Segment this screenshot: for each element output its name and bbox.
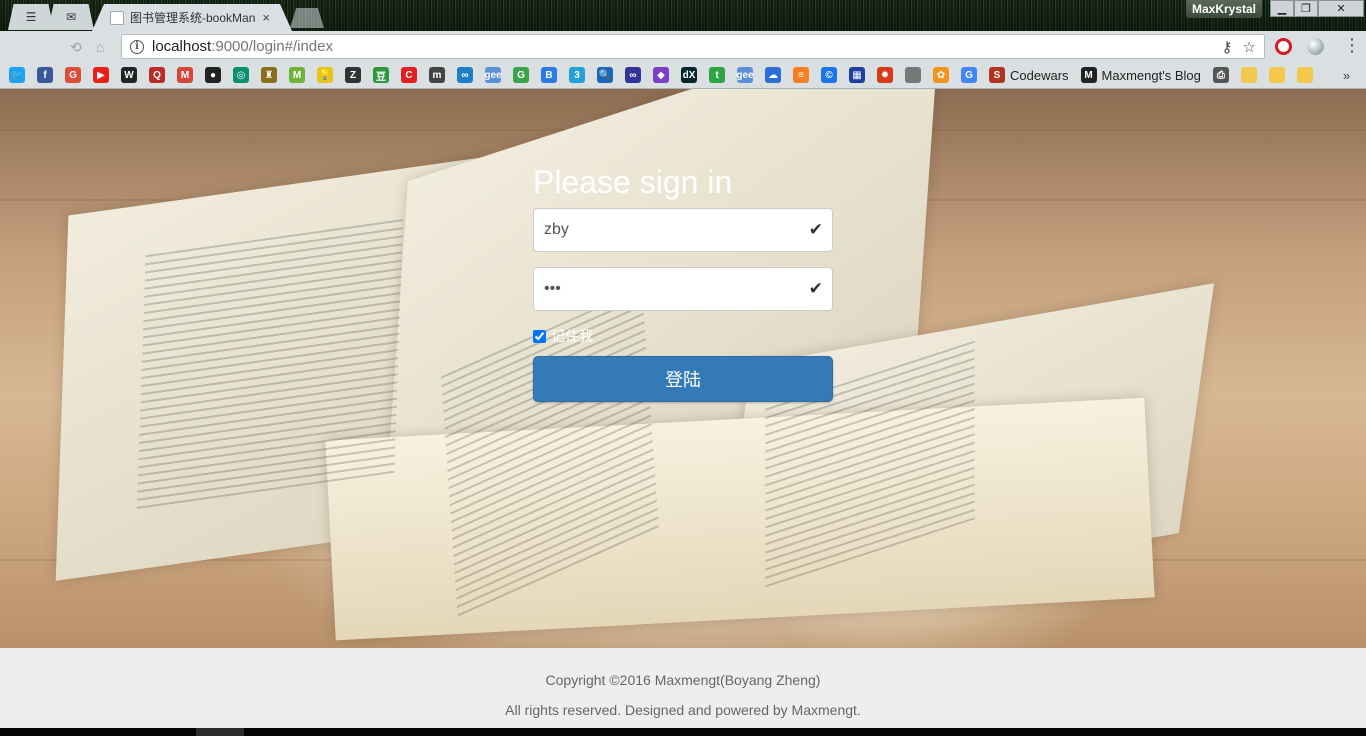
magnifier-icon[interactable]: 🔍 [597,67,613,83]
bookmark-label: Codewars [1010,67,1069,83]
pinned-tab-list-icon[interactable]: ☰ [8,4,54,30]
youtube-icon[interactable]: ▶ [93,67,109,83]
m-icon[interactable]: M [289,67,305,83]
globe-extension-icon[interactable] [1307,38,1324,55]
bookmark-label: Maxmengt's Blog [1101,67,1201,83]
page-footer: Copyright ©2016 Maxmengt(Boyang Zheng) A… [0,648,1366,728]
google-icon[interactable]: G [961,67,977,83]
taskbar-item[interactable] [196,728,244,736]
shield-icon[interactable]: ♜ [261,67,277,83]
sun-icon[interactable]: ✹ [877,67,893,83]
minimize-button[interactable]: ▁ [1270,0,1294,17]
username-field: ✔ [533,208,833,252]
page-favicon-icon [110,10,124,25]
remember-me[interactable]: 记住我 [533,326,833,346]
new-tab-button[interactable] [290,8,324,28]
orange-icon[interactable]: ✿ [933,67,949,83]
cloud-icon[interactable]: ☁ [765,67,781,83]
browser-menu-icon[interactable]: ⋮ [1343,36,1361,54]
valid-check-icon: ✔ [808,220,823,239]
site-info-icon[interactable]: i [130,39,144,54]
login-button[interactable]: 登陆 [533,356,833,402]
username-input[interactable] [534,209,832,251]
three-icon[interactable]: 3 [569,67,585,83]
gee-icon[interactable]: gee [736,67,754,83]
bookmark-codewars[interactable]: S Codewars [989,67,1069,83]
slash-icon[interactable]: Z [345,67,361,83]
opera-extension-icon[interactable] [1275,38,1292,55]
circle-blue-icon[interactable]: © [821,67,837,83]
codewars-icon: S [989,67,1005,83]
wikipedia-icon[interactable]: W [121,67,137,83]
infinity-icon[interactable]: ∞ [457,67,473,83]
folder-icon[interactable] [1296,67,1313,83]
purple-icon[interactable]: ◆ [653,67,669,83]
os-taskbar [0,728,1366,736]
bookmarks-overflow-button[interactable]: » [1343,68,1350,83]
printer-icon[interactable]: ⎙ [1212,67,1229,83]
tab-title: 图书管理系统-bookManager [130,11,256,25]
bulb-icon[interactable]: 💡 [317,67,333,83]
edx-icon[interactable]: dX [681,67,697,83]
c-icon[interactable]: C [401,67,417,83]
maxmengt-icon: M [1080,67,1097,83]
b-icon[interactable]: B [541,67,557,83]
bookmark-star-icon[interactable]: ☆ [1243,38,1256,56]
tab-active[interactable]: 图书管理系统-bookManager × [92,4,292,31]
google-plus-icon[interactable]: G [65,67,81,83]
password-input[interactable] [534,268,832,310]
signin-form: Please sign in ✔ ✔ 记住我 登陆 [533,162,833,402]
home-icon[interactable]: ⌂ [96,39,104,55]
gmail-icon[interactable]: M [177,67,193,83]
facebook-icon[interactable]: f [37,67,53,83]
apple-icon[interactable] [905,67,921,83]
bookmark-maxmengt-s-blog[interactable]: M Maxmengt's Blog [1080,67,1201,83]
link-icon[interactable]: ∞ [625,67,641,83]
medium-icon[interactable]: m [429,67,445,83]
geek-icon[interactable]: gee [484,67,502,83]
browser-title-bar: ☰ ✉ 图书管理系统-bookManager × MaxKrystal ▁ ❐ … [0,0,1366,31]
g-green-icon[interactable]: G [513,67,529,83]
address-url[interactable]: localhost:9000/login#/index [152,38,1212,55]
douban-icon[interactable]: 豆 [373,67,389,83]
tab-close-icon[interactable]: × [262,10,270,25]
back-arrow-icon[interactable]: ⟲ [70,39,82,56]
remember-me-label: 记住我 [551,328,593,344]
footer-rights: All rights reserved. Designed and powere… [505,702,861,718]
maximize-button[interactable]: ❐ [1294,0,1318,17]
pinned-tab-gmail-icon[interactable]: ✉ [48,4,94,30]
browser-toolbar: ⟲ ⌂ i localhost:9000/login#/index ⚷ ☆ ⋮ [0,31,1366,62]
signin-heading: Please sign in [533,164,733,200]
address-bar[interactable]: i localhost:9000/login#/index ⚷ ☆ [121,34,1265,59]
folder-icon[interactable] [1268,67,1285,83]
password-field: ✔ [533,267,833,311]
folder-icon[interactable] [1240,67,1257,83]
github-icon[interactable]: ● [205,67,221,83]
bars-icon[interactable]: ▦ [849,67,865,83]
valid-check-icon: ✔ [808,279,823,298]
key-icon[interactable]: ⚷ [1222,38,1233,56]
twitter-icon[interactable]: 🐦 [9,67,25,83]
window-close-button[interactable]: ✕ [1318,0,1364,17]
circle-icon[interactable]: ◎ [233,67,249,83]
stack-icon[interactable]: ≡ [793,67,809,83]
quora-icon[interactable]: Q [149,67,165,83]
t-icon[interactable]: t [709,67,725,83]
footer-copyright: Copyright ©2016 Maxmengt(Boyang Zheng) [545,672,821,688]
profile-name[interactable]: MaxKrystal [1186,0,1262,18]
remember-me-checkbox[interactable] [533,329,546,343]
bookmarks-bar: 🐦 f G ▶ W Q M ● ◎ ♜ M 💡 Z 豆 Cm ∞ gee G B 3 🔍 ∞ ◆ dX t gee ☁ ≡ © ▦ ✹ ✿ G S… [0,62,1366,89]
